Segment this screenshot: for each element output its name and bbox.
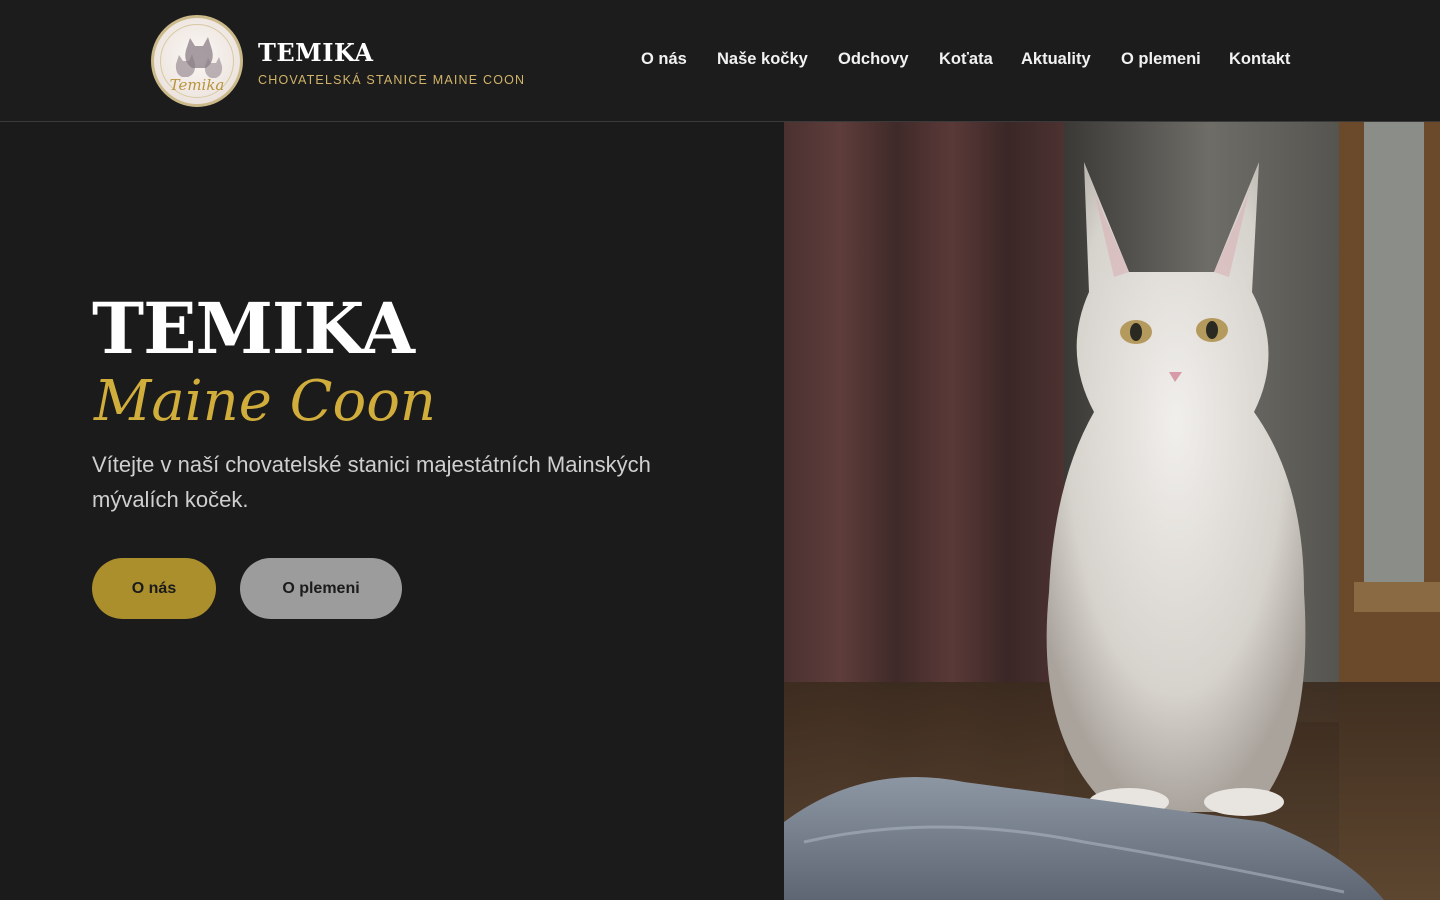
brand-title[interactable]: TEMIKA	[258, 38, 373, 67]
nav-item-o-nas[interactable]: O nás	[641, 50, 687, 69]
logo[interactable]: Temika	[151, 15, 243, 107]
o-nas-button[interactable]: O nás	[92, 558, 216, 619]
nav-item-odchovy[interactable]: Odchovy	[838, 50, 909, 69]
brand-subtitle: CHOVATELSKÁ STANICE MAINE COON	[258, 73, 526, 87]
site-header: Temika TEMIKA CHOVATELSKÁ STANICE MAINE …	[0, 0, 1440, 122]
hero-cat-image	[784, 122, 1440, 900]
hero-description: Vítejte v naší chovatelské stanici majes…	[92, 452, 651, 512]
cat-logo-icon	[175, 37, 223, 78]
logo-badge: Temika	[151, 15, 243, 107]
hero-title: TEMIKA	[92, 287, 415, 370]
nav-item-aktuality[interactable]: Aktuality	[1021, 50, 1091, 69]
nav-item-nase-kocky[interactable]: Naše kočky	[717, 50, 808, 69]
nav-item-o-plemeni[interactable]: O plemeni	[1121, 50, 1201, 69]
logo-script-text: Temika	[169, 76, 225, 94]
hero-subtitle: Maine Coon	[94, 369, 436, 434]
o-plemeni-button[interactable]: O plemeni	[240, 558, 402, 619]
nav-item-kontakt[interactable]: Kontakt	[1229, 50, 1290, 69]
nav-item-kotata[interactable]: Koťata	[939, 50, 993, 69]
